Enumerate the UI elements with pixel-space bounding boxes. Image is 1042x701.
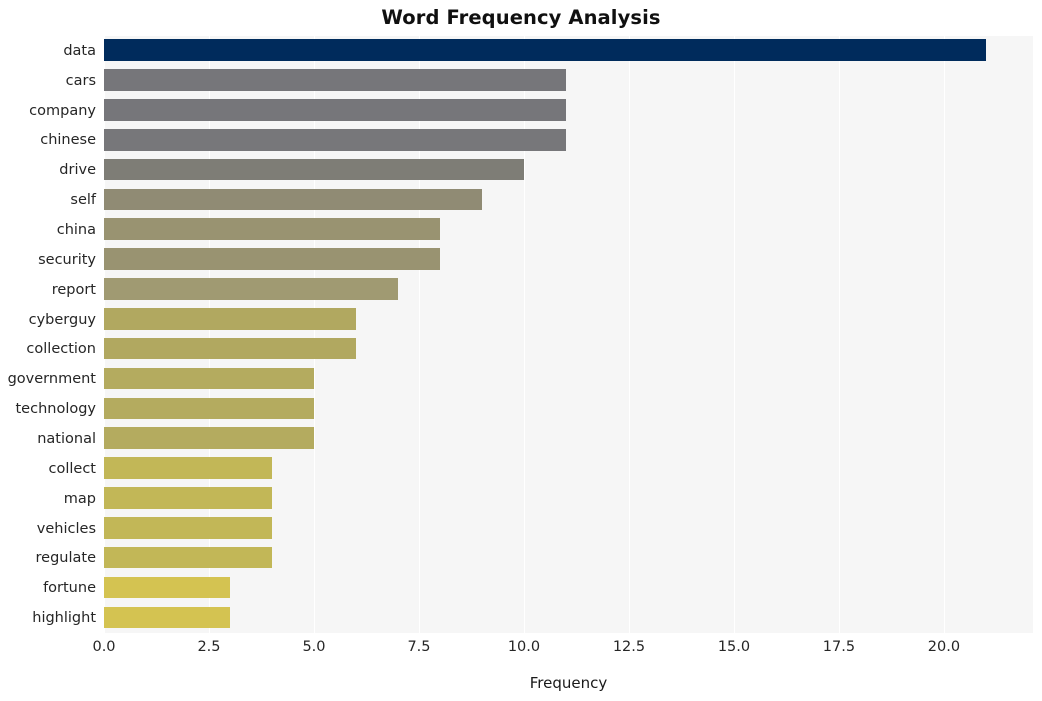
y-tick-label-national: national xyxy=(37,430,96,447)
chart-figure: Word Frequency Analysis data cars company c… xyxy=(0,0,1042,701)
bar-row xyxy=(104,155,1033,183)
bar-row xyxy=(104,185,1033,213)
bar-row xyxy=(104,215,1033,243)
x-tick-label-7: 17.5 xyxy=(822,639,856,655)
bar-cyberguy xyxy=(104,308,356,330)
y-axis-tick-labels: data cars company chinese drive self china secu… xyxy=(0,36,104,633)
x-tick-label-2: 5.0 xyxy=(302,639,326,655)
bar-row xyxy=(104,305,1033,333)
bar-series xyxy=(104,36,1033,633)
x-axis-tick-labels: 0.0 2.5 5.0 7.5 10.0 12.5 15.0 17.5 20.0 xyxy=(0,639,1042,663)
y-tick-label-technology: technology xyxy=(15,401,96,418)
bar-row xyxy=(104,275,1033,303)
bar-row xyxy=(104,335,1033,363)
bar-map xyxy=(104,487,272,509)
bar-drive xyxy=(104,158,524,181)
bar-row xyxy=(104,66,1033,94)
y-tick-label-security: security xyxy=(38,251,96,268)
bar-report xyxy=(104,278,398,300)
y-tick-label-report: report xyxy=(51,281,96,298)
bar-china xyxy=(104,218,440,241)
bar-government xyxy=(104,367,314,390)
bar-row xyxy=(104,543,1033,571)
y-tick-label-cars: cars xyxy=(65,72,96,89)
y-tick-label-vehicles: vehicles xyxy=(36,520,96,537)
bar-data xyxy=(104,39,986,61)
y-tick-label-drive: drive xyxy=(59,162,96,179)
x-tick-label-6: 15.0 xyxy=(717,639,751,655)
bar-row xyxy=(104,514,1033,542)
bar-company xyxy=(104,99,566,121)
y-tick-label-highlight: highlight xyxy=(32,610,96,627)
bar-row xyxy=(104,573,1033,601)
plot-area xyxy=(104,36,1033,633)
bar-row xyxy=(104,603,1033,631)
bar-chinese xyxy=(104,128,566,151)
y-tick-label-collection: collection xyxy=(26,341,96,358)
y-tick-label-cyberguy: cyberguy xyxy=(28,311,96,328)
x-tick-label-8: 20.0 xyxy=(927,639,961,655)
y-tick-label-regulate: regulate xyxy=(35,550,96,567)
bar-highlight xyxy=(104,606,230,629)
bar-row xyxy=(104,36,1033,64)
bar-security xyxy=(104,248,440,270)
chart-title: Word Frequency Analysis xyxy=(381,6,661,29)
bar-collect xyxy=(104,457,272,479)
bar-row xyxy=(104,394,1033,422)
x-axis-title: Frequency xyxy=(529,674,608,692)
y-tick-label-government: government xyxy=(7,371,96,388)
bar-national xyxy=(104,427,314,450)
x-tick-label-0: 0.0 xyxy=(92,639,116,655)
y-tick-label-data: data xyxy=(63,42,96,59)
bar-vehicles xyxy=(104,516,272,539)
bar-technology xyxy=(104,397,314,420)
y-tick-label-self: self xyxy=(70,192,96,209)
x-tick-label-4: 10.0 xyxy=(507,639,541,655)
x-tick-label-5: 12.5 xyxy=(612,639,646,655)
bar-row xyxy=(104,364,1033,392)
x-tick-label-3: 7.5 xyxy=(407,639,431,655)
y-tick-label-map: map xyxy=(63,490,96,507)
y-tick-label-chinese: chinese xyxy=(40,132,96,149)
y-tick-label-company: company xyxy=(29,102,96,119)
bar-row xyxy=(104,454,1033,482)
bar-collection xyxy=(104,337,356,360)
bar-row xyxy=(104,245,1033,273)
bar-row xyxy=(104,126,1033,154)
y-tick-label-collect: collect xyxy=(48,460,96,477)
x-tick-label-1: 2.5 xyxy=(197,639,221,655)
y-tick-label-fortune: fortune xyxy=(43,580,96,597)
bar-row xyxy=(104,96,1033,124)
bar-self xyxy=(104,188,482,211)
bar-regulate xyxy=(104,546,272,569)
bar-row xyxy=(104,484,1033,512)
bar-fortune xyxy=(104,576,230,599)
y-tick-label-china: china xyxy=(56,222,96,239)
bar-cars xyxy=(104,69,566,91)
bar-row xyxy=(104,424,1033,452)
